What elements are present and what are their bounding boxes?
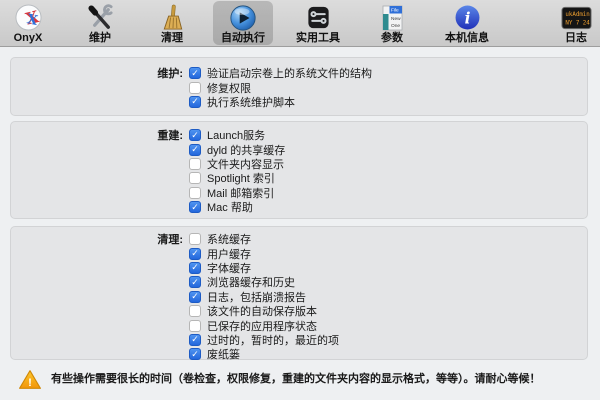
section-rebuild: 重建: Launch服务 dyld 的共享缓存 文件夹内容显示 Spotligh… bbox=[10, 121, 588, 219]
svg-text:ukAdmin: ukAdmin bbox=[565, 12, 589, 18]
checkbox-row: Mac 帮助 bbox=[11, 200, 587, 214]
checkbox-row: 浏览器缓存和历史 bbox=[11, 275, 587, 289]
checkbox-row: 字体缓存 bbox=[11, 261, 587, 275]
toolbar-item-maintenance[interactable]: 维护 bbox=[70, 1, 130, 45]
checkbox-row: 用户缓存 bbox=[11, 246, 587, 260]
section-maintenance: 维护: 验证启动宗卷上的系统文件的结构 修复权限 执行系统维护脚本 bbox=[10, 57, 588, 116]
checkbox-label[interactable]: 执行系统维护脚本 bbox=[207, 94, 295, 110]
toolbar-label: OnyX bbox=[14, 32, 43, 45]
checkbox[interactable] bbox=[189, 248, 201, 260]
toolbar-item-info[interactable]: i 本机信息 bbox=[437, 1, 497, 45]
checkbox[interactable] bbox=[189, 144, 201, 156]
maintenance-tools-icon bbox=[87, 3, 114, 32]
toolbar-label: 参数 bbox=[381, 32, 403, 45]
cleaning-broom-icon bbox=[159, 3, 186, 32]
onyx-window: { "toolbar": { "items": [ {"label":"OnyX… bbox=[0, 0, 600, 400]
warning-triangle-icon: ! bbox=[18, 369, 42, 390]
automation-play-icon bbox=[229, 3, 257, 32]
svg-text:!: ! bbox=[28, 376, 32, 388]
checkbox-row: dyld 的共享缓存 bbox=[11, 142, 587, 156]
checkbox-row: 维护: 验证启动宗卷上的系统文件的结构 bbox=[11, 66, 587, 80]
section-label: 重建: bbox=[11, 127, 187, 143]
checkbox[interactable] bbox=[189, 320, 201, 332]
checkbox[interactable] bbox=[189, 262, 201, 274]
checkbox-row: 清理: 系统缓存 bbox=[11, 232, 587, 246]
toolbar-item-utilities[interactable]: 实用工具 bbox=[288, 1, 348, 45]
utilities-toolbox-icon bbox=[305, 3, 332, 32]
toolbar-label: 日志 bbox=[565, 32, 587, 45]
checkbox[interactable] bbox=[189, 291, 201, 303]
logs-terminal-icon: ukAdmin NY 7 24 bbox=[561, 3, 592, 32]
checkbox[interactable] bbox=[189, 201, 201, 213]
info-icon: i bbox=[454, 3, 481, 32]
svg-text:NY 7 24: NY 7 24 bbox=[565, 20, 590, 26]
checkbox-row: 废纸篓 bbox=[11, 347, 587, 361]
checkbox-row: 执行系统维护脚本 bbox=[11, 95, 587, 109]
checkbox-row: 文件夹内容显示 bbox=[11, 157, 587, 171]
checkbox-row: 过时的，暂时的，最近的项 bbox=[11, 333, 587, 347]
section-label: 维护: bbox=[11, 65, 187, 81]
checkbox-label[interactable]: 废纸篓 bbox=[207, 346, 240, 362]
toolbar-label: 实用工具 bbox=[296, 32, 340, 45]
checkbox[interactable] bbox=[189, 187, 201, 199]
checkbox[interactable] bbox=[189, 158, 201, 170]
checkbox-row: 日志，包括崩溃报告 bbox=[11, 290, 587, 304]
toolbar-label: 清理 bbox=[161, 32, 183, 45]
checkbox[interactable] bbox=[189, 129, 201, 141]
checkbox-row: Spotlight 索引 bbox=[11, 171, 587, 185]
checkbox[interactable] bbox=[189, 276, 201, 288]
svg-text:File: File bbox=[391, 7, 399, 13]
checkbox[interactable] bbox=[189, 96, 201, 108]
toolbar-label: 本机信息 bbox=[445, 32, 489, 45]
svg-text:New: New bbox=[391, 16, 401, 22]
checkbox[interactable] bbox=[189, 348, 201, 360]
onyx-logo-icon: X X bbox=[15, 3, 42, 32]
toolbar-item-logs[interactable]: ukAdmin NY 7 24 日志 bbox=[546, 1, 600, 45]
toolbar-label: 自动执行 bbox=[221, 32, 265, 45]
toolbar-label: 维护 bbox=[89, 32, 111, 45]
footer-warning: ! 有些操作需要很长的时间（卷检查，权限修复，重建的文件夹内容的显示格式，等等）… bbox=[18, 364, 588, 394]
checkbox-label[interactable]: Mac 帮助 bbox=[207, 199, 253, 215]
toolbar-item-onyx[interactable]: X X OnyX bbox=[0, 1, 58, 45]
checkbox-row: 该文件的自动保存版本 bbox=[11, 304, 587, 318]
section-label: 清理: bbox=[11, 231, 187, 247]
checkbox-row: Mail 邮箱索引 bbox=[11, 186, 587, 200]
checkbox-row: 已保存的应用程序状态 bbox=[11, 318, 587, 332]
toolbar-item-automation[interactable]: 自动执行 bbox=[213, 1, 273, 45]
checkbox[interactable] bbox=[189, 67, 201, 79]
toolbar-item-parameters[interactable]: File New One 参数 bbox=[362, 1, 422, 45]
checkbox-row: 修复权限 bbox=[11, 80, 587, 94]
toolbar: X X OnyX 维护 清理 bbox=[0, 0, 600, 47]
svg-text:One: One bbox=[391, 23, 400, 29]
svg-text:i: i bbox=[464, 9, 470, 27]
checkbox[interactable] bbox=[189, 233, 201, 245]
toolbar-item-cleaning[interactable]: 清理 bbox=[142, 1, 202, 45]
checkbox[interactable] bbox=[189, 172, 201, 184]
warning-text: 有些操作需要很长的时间（卷检查，权限修复，重建的文件夹内容的显示格式，等等）。请… bbox=[51, 373, 541, 386]
checkbox[interactable] bbox=[189, 305, 201, 317]
section-cleaning: 清理: 系统缓存 用户缓存 字体缓存 浏览器缓存和历史 日志，包括崩溃报告 该文… bbox=[10, 226, 588, 360]
parameters-menu-icon: File New One bbox=[381, 3, 404, 32]
checkbox-row: 重建: Launch服务 bbox=[11, 128, 587, 142]
checkbox[interactable] bbox=[189, 82, 201, 94]
checkbox[interactable] bbox=[189, 334, 201, 346]
